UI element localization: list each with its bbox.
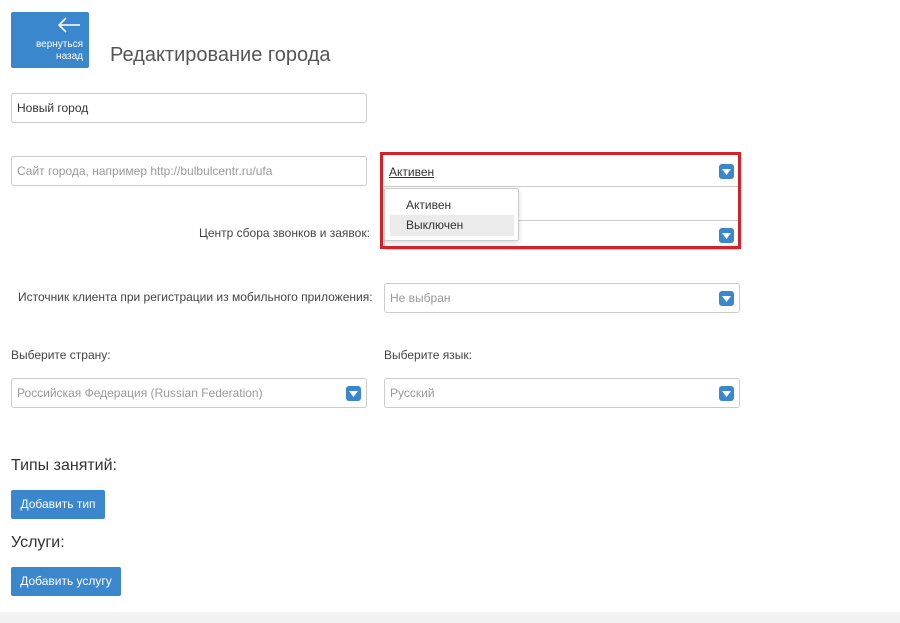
country-select[interactable]: Российская Федерация (Russian Federation… bbox=[11, 378, 367, 408]
back-button-label: вернуться назад bbox=[35, 39, 83, 62]
client-source-label: Источник клиента при регистрации из моби… bbox=[18, 290, 373, 304]
chevron-down-icon bbox=[719, 291, 734, 306]
footer-bar bbox=[0, 612, 900, 623]
chevron-down-icon bbox=[719, 386, 734, 401]
page-title: Редактирование города bbox=[110, 44, 331, 66]
city-site-input[interactable]: Сайт города, например http://bulbulcentr… bbox=[11, 156, 367, 186]
arrow-left-icon bbox=[57, 17, 80, 33]
client-source-select[interactable]: Не выбран bbox=[384, 283, 740, 313]
chevron-down-icon bbox=[346, 386, 361, 401]
call-center-label: Центр сбора звонков и заявок: bbox=[199, 226, 370, 240]
back-button[interactable]: вернуться назад bbox=[11, 12, 89, 68]
language-label: Выберите язык: bbox=[384, 348, 472, 362]
services-title: Услуги: bbox=[11, 534, 65, 551]
country-label: Выберите страну: bbox=[11, 348, 111, 362]
add-service-button[interactable]: Добавить услугу bbox=[11, 567, 121, 596]
activity-types-title: Типы занятий: bbox=[11, 457, 117, 474]
add-type-button[interactable]: Добавить тип bbox=[11, 490, 105, 519]
language-select[interactable]: Русский bbox=[384, 378, 740, 408]
city-name-input[interactable]: Новый город bbox=[11, 93, 367, 123]
highlight-frame bbox=[380, 152, 741, 249]
